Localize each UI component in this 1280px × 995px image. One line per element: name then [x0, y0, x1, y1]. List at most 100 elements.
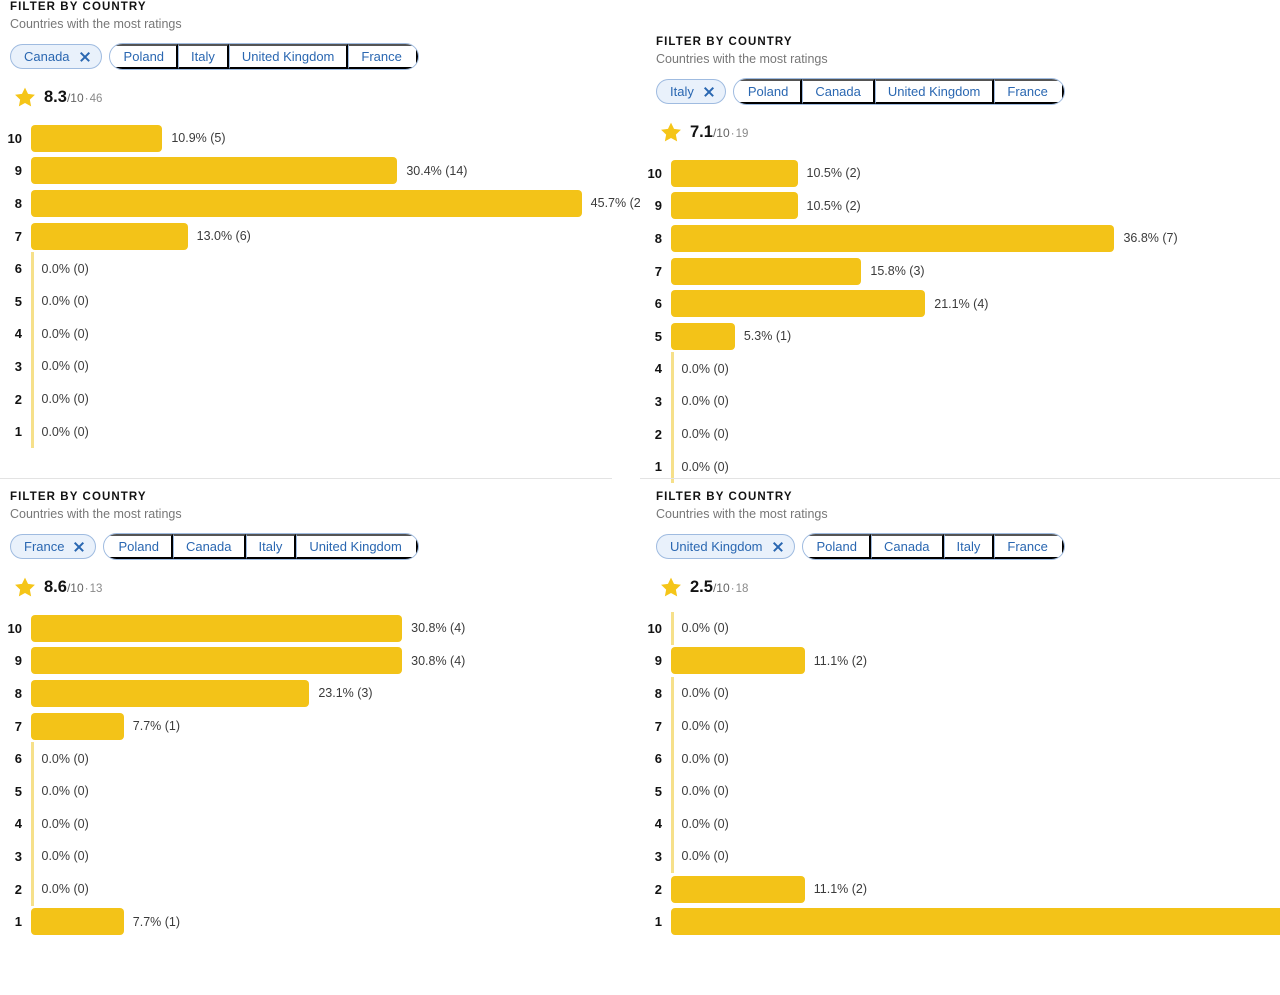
rating-bar-category: 4: [654, 361, 662, 377]
rating-bar-row: 4 0.0% (0): [0, 317, 640, 351]
rating-bar-value: 15.8% (3): [870, 264, 925, 279]
rating-denominator: /10: [712, 125, 730, 140]
rating-bar-row: 5 5.3% (1): [640, 320, 1280, 353]
rating-bar-row: 6 21.1% (4): [640, 287, 1280, 320]
country-option[interactable]: United Kingdom: [296, 534, 418, 559]
rating-bar-value: 0.0% (0): [41, 326, 89, 341]
rating-bar-category: 3: [14, 848, 22, 864]
rating-bar-value: 0.0% (0): [41, 294, 89, 309]
rating-bar-category: 6: [14, 751, 22, 767]
rating-bar-track: 30.4% (14): [31, 155, 467, 188]
selected-country-chip[interactable]: Canada: [10, 44, 102, 69]
rating-bar-value: 11.1% (2): [813, 882, 868, 897]
rating-bar-track: 21.1% (4): [671, 287, 988, 320]
rating-bar-category: 7: [654, 718, 662, 734]
rating-bar-category: 8: [14, 195, 22, 211]
rating-score: 2.5: [690, 577, 713, 596]
country-option[interactable]: Canada: [802, 79, 875, 104]
country-option[interactable]: Canada: [870, 534, 944, 559]
rating-bar-value: 21.1% (4): [934, 296, 989, 311]
rating-bar-value: 0.0% (0): [681, 849, 729, 864]
rating-bar-value: 0.0% (0): [41, 261, 89, 276]
close-icon[interactable]: [772, 541, 783, 552]
rating-bar-category: 2: [14, 881, 22, 897]
rating-bar-value: 11.1% (2): [813, 653, 868, 668]
rating-bar-value: 0.0% (0): [41, 359, 89, 374]
rating-bar-value: 7.7% (1): [132, 914, 181, 929]
country-option[interactable]: Poland: [104, 534, 173, 559]
rating-summary: 7.1/10·19: [656, 121, 1280, 143]
selected-country-chip[interactable]: United Kingdom: [656, 534, 795, 559]
rating-bar-track: 77.8% (14): [671, 905, 1280, 938]
country-option[interactable]: France: [994, 534, 1064, 559]
country-option[interactable]: Italy: [245, 534, 297, 559]
rating-bar-value: 45.7% (21): [590, 196, 640, 211]
rating-bar-row: 3 0.0% (0): [640, 384, 1280, 418]
rating-bar-row: 2 0.0% (0): [0, 872, 612, 906]
country-option[interactable]: Poland: [802, 534, 871, 559]
rating-bar-category: 7: [654, 263, 662, 279]
rating-bar-category: 1: [14, 914, 22, 930]
rating-bar-row: 10 0.0% (0): [640, 611, 1280, 645]
rating-bar-track: 10.5% (2): [671, 190, 861, 223]
rating-denominator: /10: [66, 580, 84, 595]
rating-bar-value: 30.4% (14): [406, 163, 468, 178]
panel-subtitle: Countries with the most ratings: [656, 507, 828, 521]
rating-bar-track: 0.0% (0): [31, 839, 89, 873]
rating-bar-row: 6 0.0% (0): [0, 252, 640, 286]
country-chip-bar: France Poland Canada Italy United Kingdo…: [10, 533, 612, 560]
selected-country-chip[interactable]: France: [10, 534, 97, 559]
rating-bar-row: 10 30.8% (4): [0, 612, 612, 645]
rating-bar-row: 1 7.7% (1): [0, 905, 612, 938]
country-option[interactable]: Poland: [109, 44, 179, 69]
rating-bar-row: 1 77.8% (14): [640, 905, 1280, 938]
rating-bar-track: 0.0% (0): [31, 317, 89, 351]
rating-bar-fill: [31, 712, 124, 740]
rating-bar-category: 8: [654, 230, 662, 246]
rating-summary-text: 8.3/10·46: [44, 88, 102, 107]
country-option[interactable]: Canada: [172, 534, 246, 559]
rating-vote-count: 13: [89, 582, 103, 595]
rating-bar-category: 5: [14, 783, 22, 799]
country-options-group: Poland Canada Italy France: [801, 533, 1065, 560]
rating-bar-category: 2: [654, 881, 662, 897]
rating-distribution-chart: 10 10.5% (2) 9 10.5% (2) 8 36.8% (7) 7 15.8% (3…: [640, 157, 1280, 483]
rating-bar-value: 0.0% (0): [41, 392, 89, 407]
selected-country-label: France: [24, 539, 65, 554]
rating-score: 8.3: [44, 87, 67, 106]
close-icon[interactable]: [703, 86, 714, 97]
rating-bar-category: 3: [654, 393, 662, 409]
rating-bar-value: 13.0% (6): [196, 229, 251, 244]
country-option[interactable]: Poland: [733, 79, 803, 104]
selected-country-chip[interactable]: Italy: [656, 79, 726, 104]
country-chip-bar: Italy Poland Canada United Kingdom Franc…: [656, 78, 1280, 105]
rating-summary-text: 8.6/10·13: [44, 578, 102, 597]
panel-title: FILTER BY COUNTRY: [10, 1, 147, 13]
rating-bar-category: 5: [654, 783, 662, 799]
rating-bar-row: 7 13.0% (6): [0, 220, 640, 253]
rating-bar-track: 0.0% (0): [671, 709, 729, 743]
panel-subtitle: Countries with the most ratings: [656, 52, 828, 66]
rating-bar-value: 30.8% (4): [411, 621, 466, 636]
country-option[interactable]: France: [994, 79, 1064, 104]
close-icon[interactable]: [79, 51, 90, 62]
rating-bar-category: 3: [14, 358, 22, 374]
rating-distribution-chart: 10 10.9% (5) 9 30.4% (14) 8 45.7% (21) 7 13.0% …: [0, 122, 640, 448]
country-option[interactable]: France: [348, 44, 418, 69]
rating-bar-row: 8 36.8% (7): [640, 222, 1280, 255]
panel-united-kingdom: FILTER BY COUNTRY Countries with the mos…: [640, 478, 1280, 938]
country-option[interactable]: Italy: [943, 534, 995, 559]
country-option[interactable]: Italy: [178, 44, 229, 69]
rating-bar-track: 10.5% (2): [671, 157, 861, 190]
country-option[interactable]: United Kingdom: [874, 79, 995, 104]
rating-bar-fill: [671, 192, 798, 220]
rating-bar-category: 7: [14, 718, 22, 734]
country-rating-panels-grid: FILTER BY COUNTRY Countries with the mos…: [0, 0, 1280, 995]
rating-bar-value: 0.0% (0): [681, 459, 729, 474]
close-icon[interactable]: [73, 541, 84, 552]
rating-bar-fill: [671, 159, 798, 187]
rating-bar-category: 9: [14, 653, 22, 669]
country-option[interactable]: United Kingdom: [228, 44, 349, 69]
rating-bar-value: 0.0% (0): [681, 427, 729, 442]
rating-bar-row: 9 10.5% (2): [640, 190, 1280, 223]
